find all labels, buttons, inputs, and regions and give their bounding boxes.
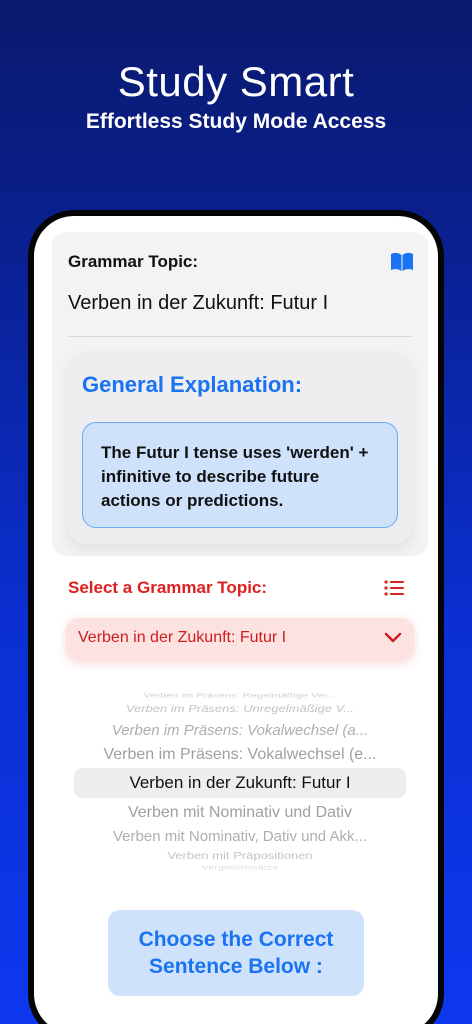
picker-option[interactable]: Verben im Präsens: Unregelmäßige V... (66, 703, 414, 715)
picker-option[interactable]: Verben im Präsens: Regelmäßige Ver... (66, 693, 414, 700)
dropdown-selected-value: Verben in der Zukunft: Futur I (78, 629, 287, 646)
picker-option[interactable]: Verben im Präsens: Vokalwechsel (e... (66, 746, 414, 764)
explanation-text: The Futur I tense uses 'werden' + infini… (82, 422, 398, 528)
chevron-down-icon (384, 632, 402, 643)
app-screen: Grammar Topic: Verben in der Zukunft: Fu… (34, 216, 438, 1024)
picker-option[interactable]: Verben im Präsens: Vokalwechsel (a... (66, 722, 414, 739)
choose-sentence-button[interactable]: Choose the Correct Sentence Below : (108, 910, 364, 996)
explanation-card: General Explanation: The Futur I tense u… (68, 352, 412, 544)
cta-line-1: Choose the Correct (138, 928, 334, 951)
picker-option[interactable]: Vergleichssätze (66, 865, 414, 872)
hero-title: Study Smart (117, 58, 355, 105)
list-icon[interactable] (384, 580, 404, 596)
topic-card: Grammar Topic: Verben in der Zukunft: Fu… (52, 232, 428, 556)
phone-frame: Grammar Topic: Verben in der Zukunft: Fu… (28, 210, 444, 1024)
explanation-title: General Explanation: (82, 372, 303, 397)
hero-subtitle: Effortless Study Mode Access (85, 110, 387, 133)
picker-option[interactable]: Verben mit Nominativ und Dativ (66, 804, 414, 822)
picker-option-selected[interactable]: Verben in der Zukunft: Futur I (66, 773, 414, 793)
topic-value: Verben in der Zukunft: Futur I (68, 292, 329, 314)
book-icon[interactable] (390, 252, 414, 272)
topic-dropdown[interactable]: Verben in der Zukunft: Futur I (66, 618, 414, 660)
picker-option[interactable]: Verben mit Präpositionen (66, 850, 414, 862)
divider (68, 336, 412, 337)
picker-option[interactable]: Verben mit Nominativ, Dativ und Akk... (66, 828, 414, 845)
topic-picker-wheel[interactable]: Verben im Präsens: Regelmäßige Ver... Ve… (66, 684, 414, 871)
select-topic-label: Select a Grammar Topic: (68, 578, 268, 597)
cta-line-2: Sentence Below : (149, 955, 323, 978)
topic-label: Grammar Topic: (68, 252, 199, 271)
